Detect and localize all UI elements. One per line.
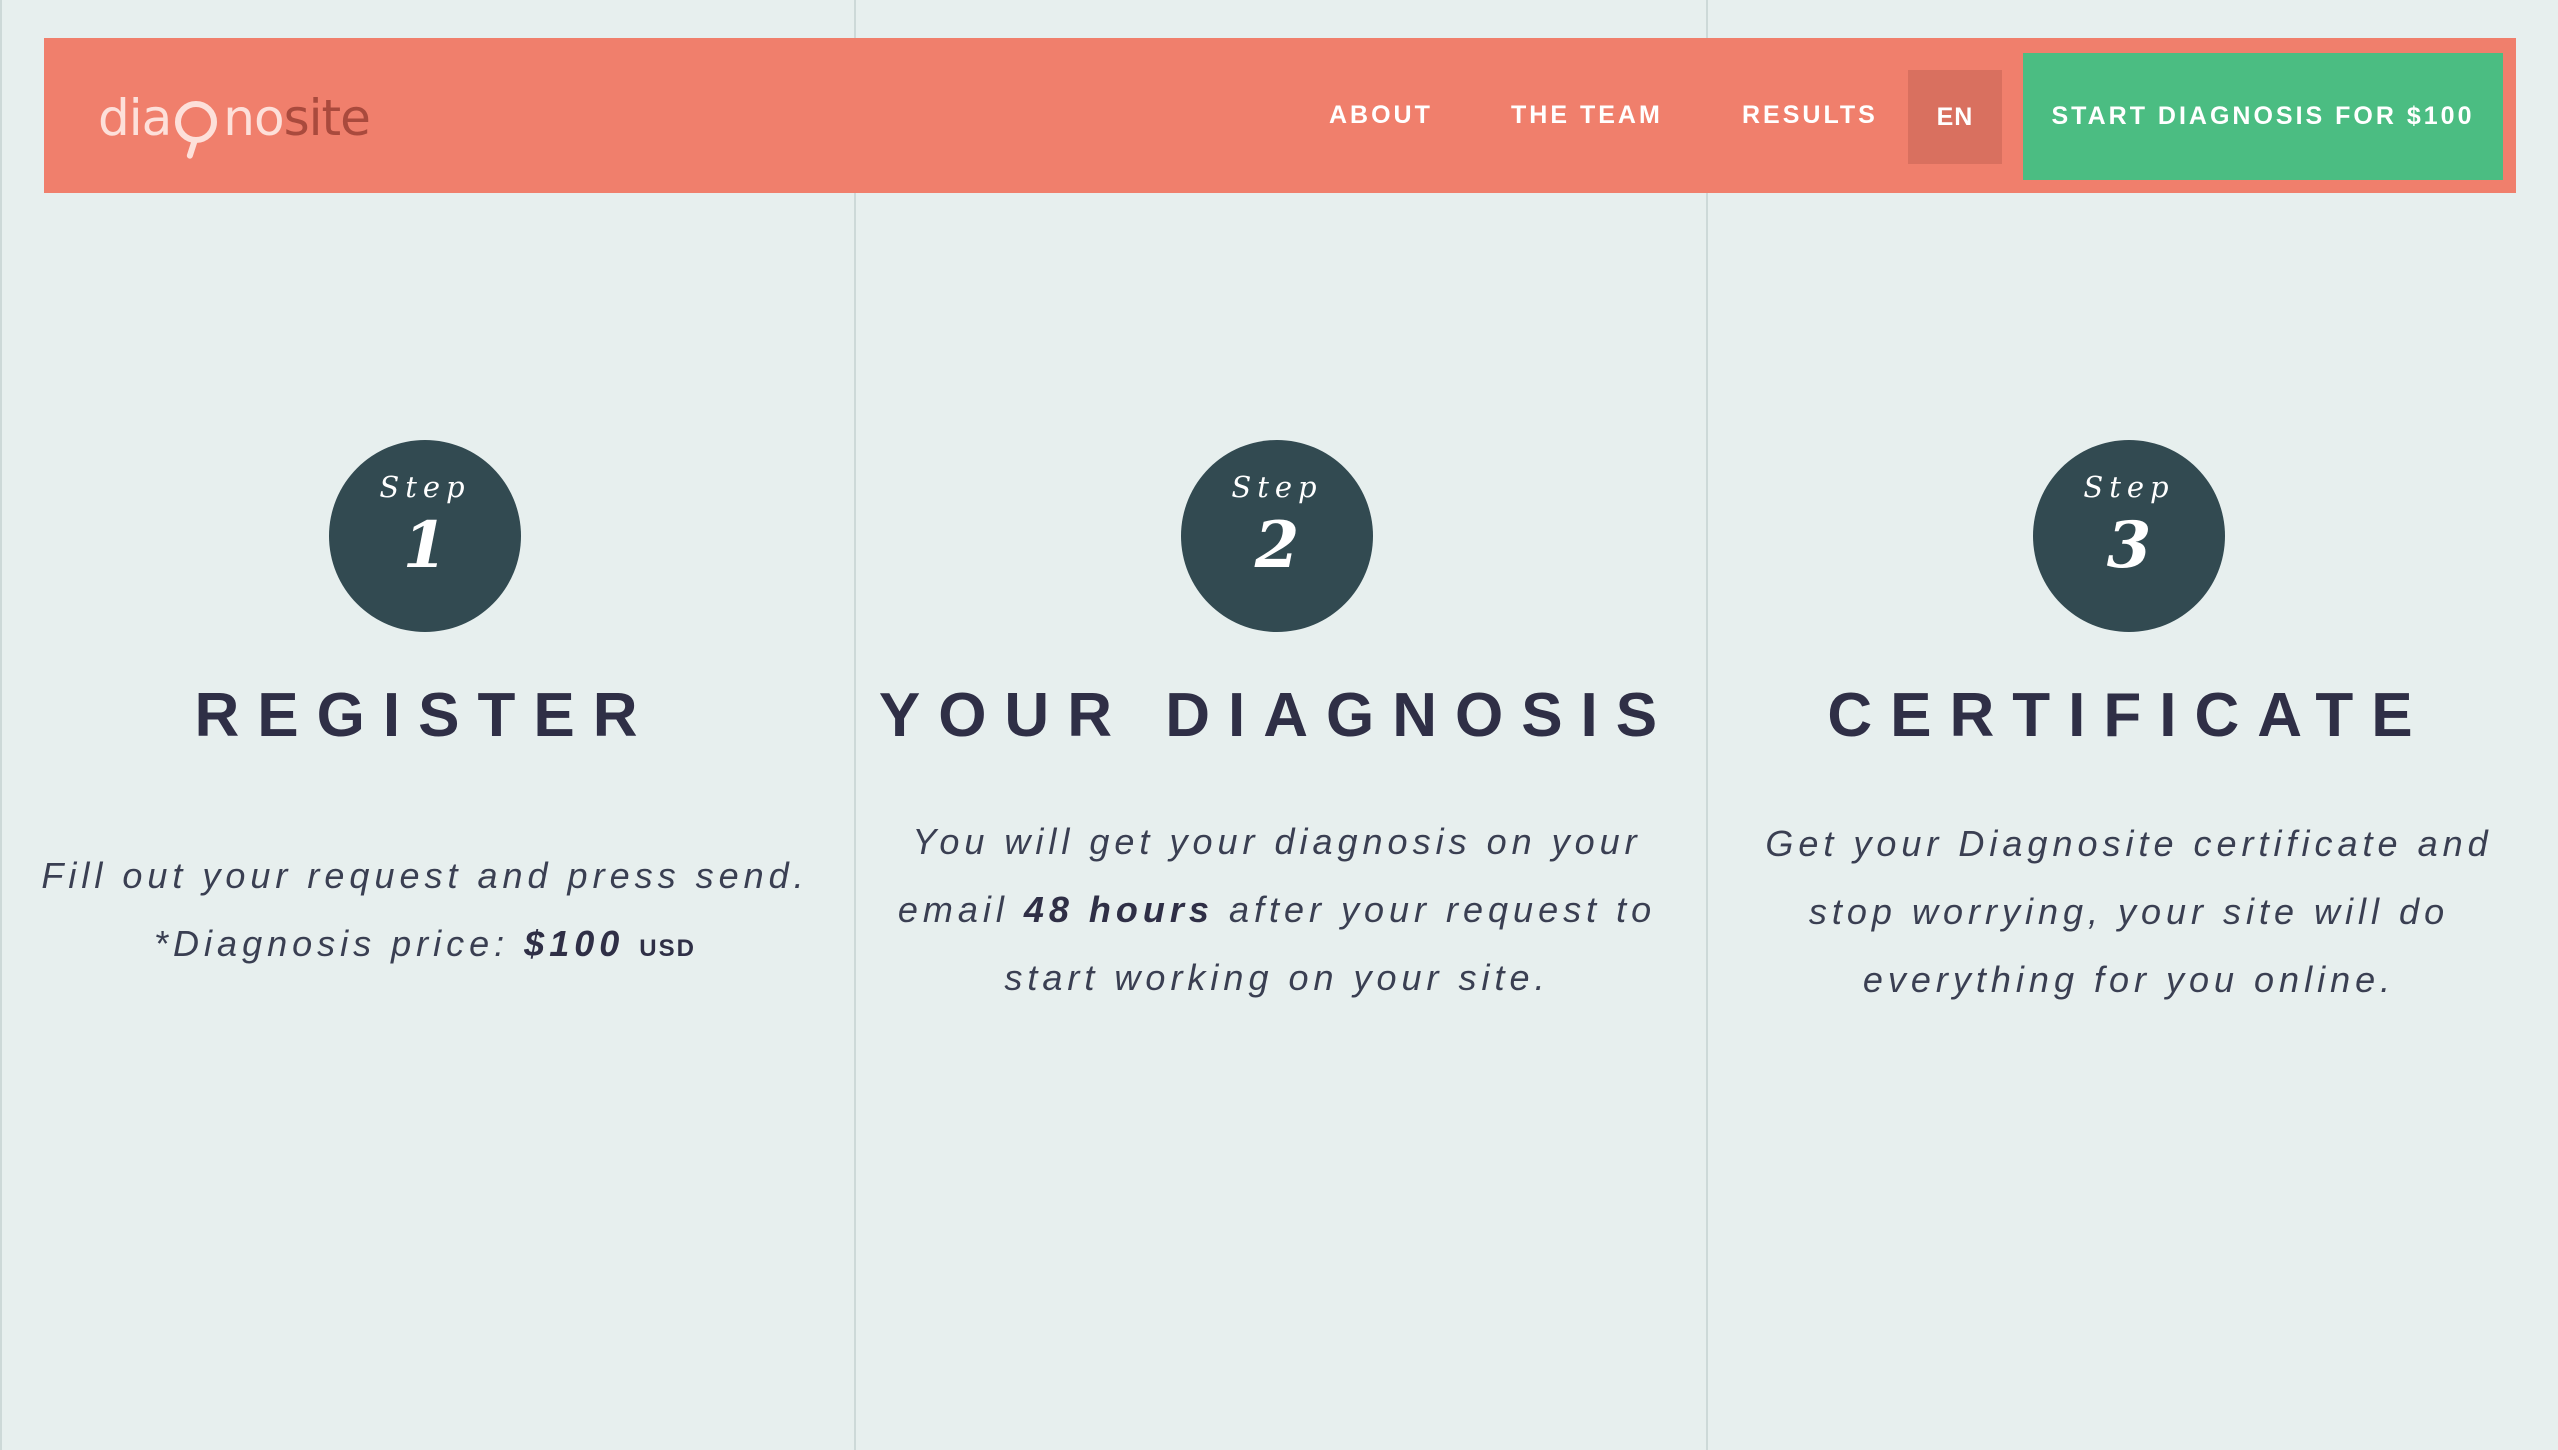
step-description-line: Fill out your request and press send.	[41, 855, 809, 896]
magnifier-icon	[175, 101, 218, 143]
step-badge-number: 2	[1254, 508, 1300, 583]
page: dia no site ABOUT THE TEAM RESULTS EN ST…	[0, 0, 2558, 1450]
step-description: Get your Diagnosite certificate and stop…	[1765, 823, 2493, 1000]
nav-link-about[interactable]: ABOUT	[1329, 38, 1433, 193]
step-description: Fill out your request and press send. *D…	[30, 842, 820, 983]
site-header: dia no site ABOUT THE TEAM RESULTS EN ST…	[44, 38, 2516, 193]
step-title: CERTIFICATE	[1827, 681, 2431, 750]
step-badge: Step 1	[329, 440, 521, 632]
nav-link-results[interactable]: RESULTS	[1742, 38, 1878, 193]
step-description: You will get your diagnosis on your emai…	[882, 808, 1672, 1012]
price-note-prefix: *Diagnosis price:	[154, 923, 525, 964]
start-diagnosis-button[interactable]: START DIAGNOSIS FOR $100	[2023, 53, 2503, 180]
site-logo[interactable]: dia no site	[98, 78, 371, 158]
price-value: $100	[524, 923, 625, 964]
language-selector[interactable]: EN	[1908, 70, 2002, 164]
step-badge-word: Step	[379, 470, 471, 504]
logo-text-part2: no	[223, 89, 284, 147]
price-currency: USD	[639, 935, 696, 962]
logo-text-part3: site	[283, 89, 371, 147]
delivery-time: 48 hours	[1023, 889, 1214, 930]
step-title: REGISTER	[194, 681, 656, 750]
step-badge: Step 2	[1181, 440, 1373, 632]
step-badge-word: Step	[2083, 470, 2175, 504]
step-badge: Step 3	[2033, 440, 2225, 632]
step-title: YOUR DIAGNOSIS	[878, 681, 1676, 750]
logo-text-part1: dia	[98, 89, 172, 147]
step-badge-word: Step	[1231, 470, 1323, 504]
step-badge-number: 1	[402, 508, 448, 583]
step-badge-number: 3	[2106, 508, 2152, 583]
nav-link-the-team[interactable]: THE TEAM	[1511, 38, 1663, 193]
